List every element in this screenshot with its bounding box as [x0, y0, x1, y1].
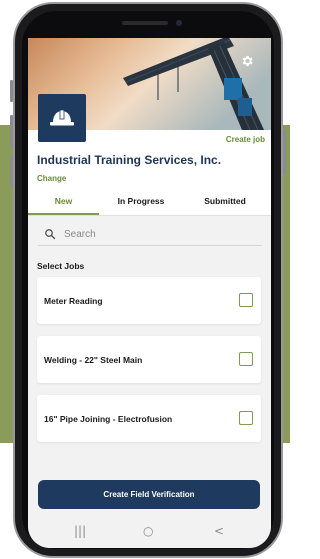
change-company-link[interactable]: Change: [37, 174, 66, 183]
job-checkbox[interactable]: [239, 293, 253, 307]
hard-hat-icon: [50, 109, 74, 126]
tab-in-progress[interactable]: In Progress: [101, 189, 181, 216]
job-checkbox[interactable]: [239, 411, 253, 425]
phone-speaker: [122, 21, 168, 25]
app-screen: Create job Industrial Training Services,…: [28, 38, 271, 548]
search-icon: [45, 229, 56, 240]
create-field-verification-button[interactable]: Create Field Verification: [38, 480, 260, 509]
job-card[interactable]: Meter Reading: [37, 277, 261, 324]
job-label: 16" Pipe Joining - Electrofusion: [44, 414, 173, 424]
tab-submitted[interactable]: Submitted: [181, 189, 269, 216]
tab-new[interactable]: New: [28, 189, 99, 216]
mute-switch: [10, 80, 13, 102]
gear-icon[interactable]: [240, 54, 254, 68]
back-icon[interactable]: <: [214, 524, 224, 538]
search-input[interactable]: [64, 225, 254, 243]
tabs-divider: [28, 215, 271, 216]
phone-notch: [88, 14, 200, 38]
job-label: Meter Reading: [44, 296, 103, 306]
job-card[interactable]: Welding - 22" Steel Main: [37, 336, 261, 383]
volume-up-button: [10, 115, 13, 147]
job-checkbox[interactable]: [239, 352, 253, 366]
job-card[interactable]: 16" Pipe Joining - Electrofusion: [37, 395, 261, 442]
section-title: Select Jobs: [37, 261, 85, 271]
company-name: Industrial Training Services, Inc.: [37, 153, 222, 167]
job-label: Welding - 22" Steel Main: [44, 355, 143, 365]
home-icon[interactable]: ○: [143, 524, 153, 538]
stage: Create job Industrial Training Services,…: [0, 0, 290, 559]
volume-down-button: [10, 155, 13, 187]
search-bar: [38, 223, 262, 246]
create-job-link[interactable]: Create job: [226, 135, 265, 144]
power-button: [283, 130, 286, 174]
front-camera: [176, 20, 182, 26]
system-nav-bar: ||| ○ <: [28, 516, 271, 548]
recent-apps-icon[interactable]: |||: [74, 524, 86, 538]
job-tabs: New In Progress Submitted: [28, 189, 271, 216]
company-logo: [38, 94, 86, 142]
